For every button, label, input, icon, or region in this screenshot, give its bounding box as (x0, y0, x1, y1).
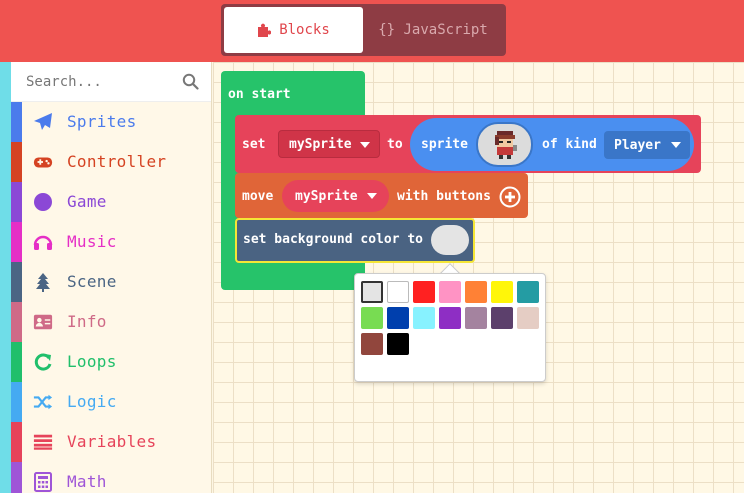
color-swatch[interactable] (517, 281, 539, 303)
category-math[interactable]: Math (0, 462, 212, 493)
set-variable-dropdown[interactable]: mySprite (278, 130, 380, 158)
category-stripe (11, 222, 22, 262)
blocks-mode-label: Blocks (279, 22, 330, 38)
with-buttons-label: with buttons (397, 189, 491, 204)
color-swatch[interactable] (517, 307, 539, 329)
headphones-icon (33, 232, 53, 252)
kind-dropdown[interactable]: Player (604, 131, 690, 159)
category-label: Variables (67, 432, 157, 451)
top-bar: Blocks {} JavaScript (0, 0, 744, 62)
set-label: set (242, 137, 266, 152)
color-swatch[interactable] (387, 333, 409, 355)
kind-value: Player (614, 137, 661, 153)
chevron-down-icon (671, 142, 681, 148)
sprite-character-icon (494, 130, 517, 159)
color-swatch[interactable] (439, 281, 461, 303)
color-swatch[interactable] (465, 307, 487, 329)
search-icon[interactable] (182, 73, 199, 90)
plus-circle-icon[interactable] (499, 186, 521, 208)
category-logic[interactable]: Logic (0, 382, 212, 422)
category-loops[interactable]: Loops (0, 342, 212, 382)
move-variable-value: mySprite (295, 188, 358, 204)
color-swatch[interactable] (465, 281, 487, 303)
move-label: move (242, 189, 274, 204)
calculator-icon (33, 472, 53, 492)
category-stripe (11, 422, 22, 462)
category-variables[interactable]: Variables (0, 422, 212, 462)
shuffle-icon (33, 392, 53, 412)
toolbox-search (11, 62, 211, 102)
category-scene[interactable]: Scene (0, 262, 212, 302)
color-swatch[interactable] (361, 281, 383, 303)
set-variable-value: mySprite (289, 136, 352, 152)
color-swatch[interactable] (387, 307, 409, 329)
chevron-down-icon (360, 142, 370, 148)
color-swatch[interactable] (387, 281, 409, 303)
blocks-mode-button[interactable]: Blocks (224, 7, 363, 53)
toolbox-sidebar: Sprites Controller Game Music Scene Info (0, 62, 212, 493)
to-label: to (387, 137, 403, 152)
category-label: Math (67, 472, 107, 491)
sprite-image-picker[interactable] (476, 122, 533, 167)
color-swatch[interactable] (361, 333, 383, 355)
category-label: Sprites (67, 112, 137, 131)
category-label: Logic (67, 392, 117, 411)
list-icon (33, 432, 53, 452)
paper-plane-icon (33, 112, 53, 132)
circle-icon (33, 192, 53, 212)
color-swatch[interactable] (439, 307, 461, 329)
category-info[interactable]: Info (0, 302, 212, 342)
category-list: Sprites Controller Game Music Scene Info (0, 102, 212, 493)
category-stripe (11, 342, 22, 382)
category-label: Game (67, 192, 107, 211)
category-music[interactable]: Music (0, 222, 212, 262)
category-game[interactable]: Game (0, 182, 212, 222)
editor-mode-toggle: Blocks {} JavaScript (221, 4, 506, 56)
on-start-label: on start (228, 87, 291, 102)
category-stripe (11, 182, 22, 222)
category-label: Scene (67, 272, 117, 291)
category-stripe (11, 302, 22, 342)
javascript-mode-label: {} JavaScript (378, 22, 488, 38)
category-stripe (11, 462, 22, 493)
color-swatch[interactable] (361, 307, 383, 329)
set-background-label: set background color to (243, 232, 424, 247)
category-label: Controller (67, 152, 167, 171)
category-stripe (11, 262, 22, 302)
move-variable-dropdown[interactable]: mySprite (282, 180, 389, 212)
color-swatch[interactable] (491, 281, 513, 303)
color-swatch[interactable] (413, 307, 435, 329)
category-stripe (11, 382, 22, 422)
gamepad-icon (33, 152, 53, 172)
category-label: Music (67, 232, 117, 251)
color-swatch[interactable] (491, 307, 513, 329)
category-label: Loops (67, 352, 117, 371)
search-input[interactable] (26, 73, 186, 90)
tree-icon (33, 272, 53, 292)
category-label: Info (67, 312, 107, 331)
refresh-icon (33, 352, 53, 372)
of-kind-label: of kind (542, 137, 597, 152)
category-sprites[interactable]: Sprites (0, 102, 212, 142)
category-stripe (11, 102, 22, 142)
sprite-label: sprite (421, 137, 468, 152)
javascript-mode-button[interactable]: {} JavaScript (363, 7, 503, 53)
id-card-icon (33, 312, 53, 332)
color-field[interactable] (431, 225, 469, 255)
color-swatch[interactable] (413, 281, 435, 303)
category-stripe (11, 142, 22, 182)
puzzle-icon (258, 23, 272, 37)
chevron-down-icon (367, 193, 377, 199)
category-controller[interactable]: Controller (0, 142, 212, 182)
